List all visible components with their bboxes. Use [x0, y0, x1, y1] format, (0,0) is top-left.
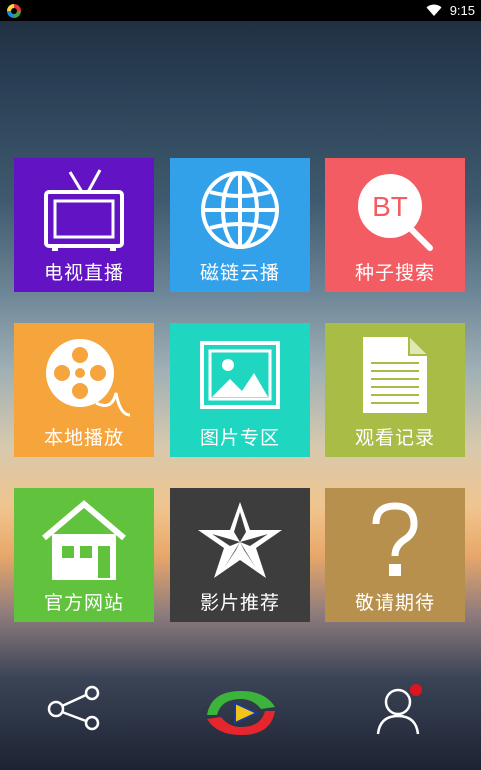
bt-search-icon: BT: [358, 174, 433, 251]
tile-tv-live[interactable]: 电视直播: [14, 158, 154, 292]
tile-label: 本地播放: [43, 427, 124, 449]
tile-torrent-search[interactable]: BT 种子搜索: [325, 158, 465, 292]
app-notification-icon: [7, 3, 21, 18]
tile-magnet-cloud[interactable]: 磁链云播: [170, 158, 310, 292]
tile-movie-recommend[interactable]: 影片推荐: [170, 488, 310, 622]
tile-coming-soon[interactable]: 敬请期待: [325, 488, 465, 622]
wifi-icon: [426, 4, 442, 16]
star-icon: [198, 502, 282, 578]
tile-label: 图片专区: [199, 427, 280, 449]
tile-label: 种子搜索: [354, 262, 435, 284]
tile-local-play[interactable]: 本地播放: [14, 323, 154, 457]
tile-label: 磁链云播: [199, 262, 280, 284]
document-icon: [363, 337, 427, 413]
question-icon: [372, 502, 418, 576]
home-logo-button[interactable]: [200, 684, 282, 742]
tile-pictures[interactable]: 图片专区: [170, 323, 310, 457]
status-time: 9:15: [449, 3, 475, 18]
tile-official-site[interactable]: 官方网站: [14, 488, 154, 622]
share-icon: [47, 685, 100, 731]
bottom-bar: [0, 660, 481, 770]
film-reel-icon: [46, 339, 131, 417]
status-bar: 9:15: [0, 0, 481, 21]
notification-dot: [410, 684, 422, 696]
tile-label: 观看记录: [354, 427, 435, 449]
picture-icon: [200, 341, 280, 409]
tile-label: 电视直播: [43, 262, 124, 284]
share-button[interactable]: [44, 684, 104, 732]
tile-label: 官方网站: [43, 592, 124, 614]
house-icon: [42, 500, 126, 580]
tile-watch-history[interactable]: 观看记录: [325, 323, 465, 457]
profile-icon: [376, 684, 422, 735]
globe-icon: [201, 171, 279, 249]
profile-button[interactable]: [372, 682, 428, 738]
tile-label: 敬请期待: [354, 592, 435, 614]
bt-text: BT: [372, 191, 408, 222]
tv-icon: [44, 169, 124, 251]
tile-label: 影片推荐: [199, 592, 280, 614]
app-logo-icon: [207, 691, 275, 735]
